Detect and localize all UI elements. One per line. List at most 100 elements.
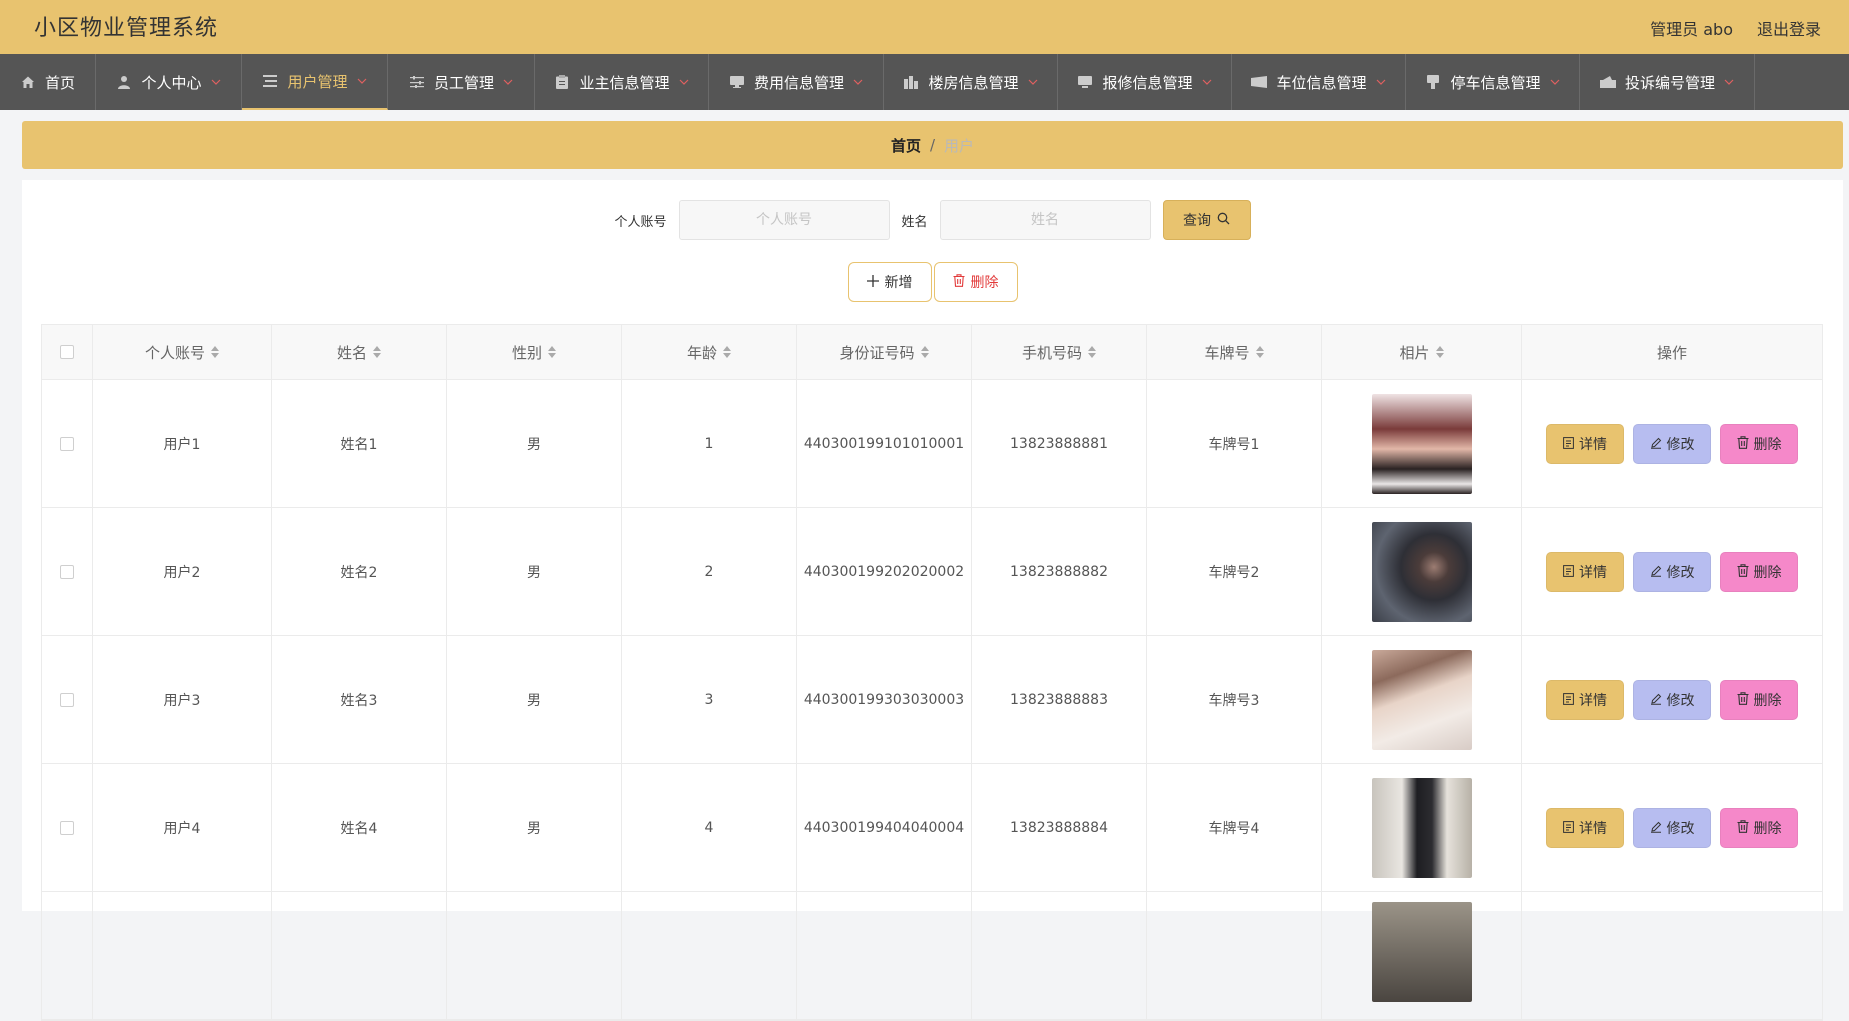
nav-label: 业主信息管理 bbox=[579, 73, 670, 92]
row-checkbox[interactable] bbox=[60, 692, 74, 707]
nav-item-fees[interactable]: 费用信息管理 bbox=[709, 54, 884, 110]
user-photo[interactable] bbox=[1371, 521, 1472, 622]
user-photo[interactable] bbox=[1371, 393, 1472, 494]
row-actions: 详情 修改 删除 bbox=[1546, 679, 1798, 720]
cell-name bbox=[272, 892, 447, 1019]
user-photo[interactable] bbox=[1371, 777, 1472, 878]
account-label: 个人账号 bbox=[614, 214, 667, 230]
column-label: 年龄 bbox=[686, 343, 717, 362]
clipboard-icon bbox=[554, 74, 570, 90]
repair-icon bbox=[1077, 74, 1093, 90]
nav-label: 费用信息管理 bbox=[753, 73, 844, 92]
table-row bbox=[42, 892, 1822, 1020]
nav-item-personal[interactable]: 个人中心 bbox=[96, 54, 242, 110]
row-actions: 详情 修改 删除 bbox=[1546, 551, 1798, 592]
sort-icon bbox=[1435, 345, 1444, 359]
column-header[interactable]: 姓名 bbox=[272, 325, 447, 379]
name-search-input[interactable] bbox=[939, 200, 1151, 240]
detail-button[interactable]: 详情 bbox=[1546, 551, 1624, 592]
nav-item-owners[interactable]: 业主信息管理 bbox=[535, 54, 709, 110]
add-button[interactable]: 新增 bbox=[847, 262, 932, 302]
column-label: 身份证号码 bbox=[839, 343, 915, 362]
trash-icon bbox=[1737, 435, 1749, 452]
trash-icon bbox=[953, 274, 965, 290]
breadcrumb-home[interactable]: 首页 bbox=[891, 135, 921, 156]
edit-button[interactable]: 修改 bbox=[1633, 423, 1711, 464]
search-icon bbox=[1217, 212, 1230, 228]
cell-plate bbox=[1147, 892, 1322, 1019]
chevron-down-icon bbox=[211, 77, 221, 87]
cell-account: 用户3 bbox=[93, 636, 272, 763]
cell-photo bbox=[1322, 508, 1522, 635]
nav-item-parking-spaces[interactable]: 车位信息管理 bbox=[1232, 54, 1406, 110]
cell-gender: 男 bbox=[447, 380, 622, 507]
pencil-icon bbox=[1650, 692, 1662, 708]
nav-item-parking[interactable]: 停车信息管理 bbox=[1406, 54, 1580, 110]
account-search-input[interactable] bbox=[678, 200, 890, 240]
cell-operations: 详情 修改 删除 bbox=[1522, 636, 1822, 763]
cell-age: 3 bbox=[622, 636, 797, 763]
column-header[interactable]: 年龄 bbox=[622, 325, 797, 379]
delete-button[interactable]: 删除 bbox=[1720, 423, 1798, 464]
detail-label: 详情 bbox=[1579, 819, 1607, 836]
row-checkbox[interactable] bbox=[60, 436, 74, 451]
cell-gender: 男 bbox=[447, 508, 622, 635]
nav-item-home[interactable]: 首页 bbox=[0, 54, 96, 110]
edit-button[interactable]: 修改 bbox=[1633, 551, 1711, 592]
select-all-checkbox[interactable] bbox=[60, 345, 74, 359]
cell-account: 用户4 bbox=[93, 764, 272, 891]
chevron-down-icon bbox=[1550, 77, 1560, 87]
row-checkbox[interactable] bbox=[60, 820, 74, 835]
cell-gender: 男 bbox=[447, 636, 622, 763]
main-nav: 首页 个人中心 用户管理 员工管理 业主信息管理 费用信息管理 楼房信息管理 报… bbox=[0, 54, 1849, 110]
user-photo[interactable] bbox=[1371, 902, 1472, 1002]
nav-label: 报修信息管理 bbox=[1102, 73, 1193, 92]
row-checkbox[interactable] bbox=[60, 564, 74, 579]
trash-icon bbox=[1737, 691, 1749, 708]
row-checkbox-cell bbox=[42, 380, 93, 507]
delete-label: 删除 bbox=[1753, 819, 1782, 836]
nav-item-buildings[interactable]: 楼房信息管理 bbox=[884, 54, 1058, 110]
column-header[interactable]: 个人账号 bbox=[93, 325, 272, 379]
delete-button[interactable]: 删除 bbox=[1720, 807, 1798, 848]
query-button[interactable]: 查询 bbox=[1162, 200, 1251, 240]
plus-icon bbox=[866, 274, 879, 290]
action-buttons: 新增 删除 bbox=[22, 262, 1843, 302]
document-icon bbox=[1563, 564, 1574, 580]
delete-button[interactable]: 删除 bbox=[1720, 679, 1798, 720]
nav-item-complaints[interactable]: 投诉编号管理 bbox=[1580, 54, 1755, 110]
user-photo[interactable] bbox=[1371, 649, 1472, 750]
sort-icon bbox=[211, 345, 219, 359]
detail-button[interactable]: 详情 bbox=[1546, 423, 1624, 464]
users-table: 个人账号 姓名 性别 年龄 身份证号码 手机号码 车牌号 相片 操作 用户1 姓… bbox=[41, 324, 1823, 1021]
chevron-down-icon bbox=[503, 77, 513, 87]
column-header[interactable]: 身份证号码 bbox=[797, 325, 972, 379]
cell-name: 姓名3 bbox=[272, 636, 447, 763]
table-row: 用户2 姓名2 男 2 440300199202020002 138238888… bbox=[42, 508, 1822, 636]
column-header[interactable]: 车牌号 bbox=[1147, 325, 1322, 379]
nav-item-staff[interactable]: 员工管理 bbox=[388, 54, 535, 110]
complaint-icon bbox=[1599, 74, 1616, 90]
nav-label: 投诉编号管理 bbox=[1624, 73, 1715, 92]
column-header[interactable]: 手机号码 bbox=[972, 325, 1147, 379]
column-label: 操作 bbox=[1656, 343, 1687, 362]
detail-button[interactable]: 详情 bbox=[1546, 679, 1624, 720]
cell-phone bbox=[972, 892, 1147, 1019]
column-header[interactable]: 性别 bbox=[447, 325, 622, 379]
detail-button[interactable]: 详情 bbox=[1546, 807, 1624, 848]
cell-name: 姓名1 bbox=[272, 380, 447, 507]
delete-button[interactable]: 删除 bbox=[1720, 551, 1798, 592]
edit-button[interactable]: 修改 bbox=[1633, 807, 1711, 848]
cell-age bbox=[622, 892, 797, 1019]
sort-icon bbox=[373, 345, 381, 359]
pencil-icon bbox=[1650, 820, 1662, 836]
row-actions: 详情 修改 删除 bbox=[1546, 423, 1798, 464]
list-icon bbox=[262, 73, 278, 89]
batch-delete-button[interactable]: 删除 bbox=[933, 262, 1018, 302]
edit-button[interactable]: 修改 bbox=[1633, 679, 1711, 720]
nav-item-repairs[interactable]: 报修信息管理 bbox=[1058, 54, 1232, 110]
logout-link[interactable]: 退出登录 bbox=[1757, 16, 1821, 40]
column-header[interactable]: 相片 bbox=[1322, 325, 1522, 379]
nav-item-users[interactable]: 用户管理 bbox=[242, 54, 388, 110]
cell-photo bbox=[1322, 636, 1522, 763]
